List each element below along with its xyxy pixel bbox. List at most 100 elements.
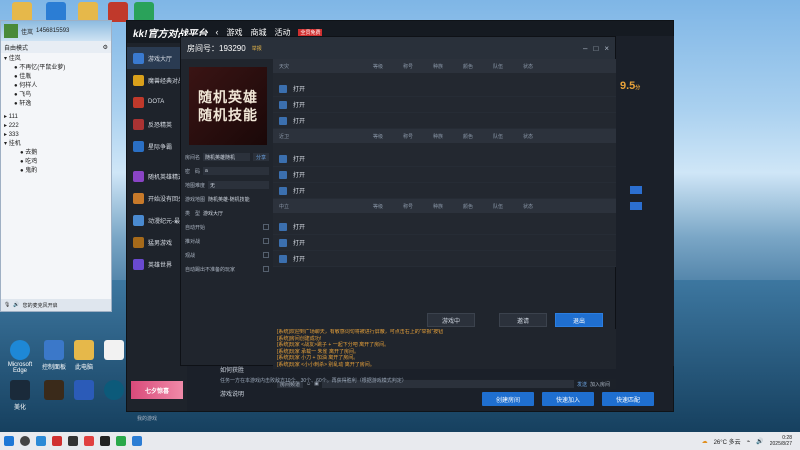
user-name: 佳岚 (21, 29, 34, 36)
kick-row: 自动踢出不准备的玩家 (181, 263, 273, 275)
auto-start-row: 自动开始 (181, 221, 273, 233)
desktop-icon-edge[interactable]: Microsoft Edge (2, 340, 38, 374)
user-number: 1456815593 (36, 28, 70, 34)
quick-match-button[interactable]: 快速匹配 (602, 392, 654, 406)
report-tag[interactable]: 举报 (252, 45, 262, 52)
member-list: ▾ 佳岚 ● 不再忆(平鼠业萝) ● 佳胤 ● 何样人 ● 飞鸟 ● 轩逸 ▸ … (1, 53, 111, 178)
list-item[interactable]: ● 何样人 (4, 82, 108, 91)
sidebar-item-hero-world[interactable]: 英雄世界 (127, 253, 187, 275)
table-row[interactable]: 打开 (273, 113, 616, 129)
mic-icon[interactable]: 🎙 (4, 302, 10, 308)
list-item[interactable]: ▾ 挂机 (4, 140, 108, 149)
start-icon[interactable] (4, 436, 14, 446)
volume-icon[interactable]: 🔊 (756, 438, 763, 445)
taskbar-app-kk[interactable] (100, 436, 110, 446)
kick-checkbox[interactable] (263, 266, 269, 272)
auto-start-checkbox[interactable] (263, 224, 269, 230)
in-game-button[interactable]: 游戏中 (427, 313, 475, 327)
table-row[interactable]: 打开 (273, 81, 616, 97)
list-item[interactable]: ● 不再忆(平鼠业萝) (4, 64, 108, 73)
settings-icon[interactable]: ⚙ (103, 44, 108, 51)
sidebar-item-macho[interactable]: 猛男游戏 (127, 231, 187, 253)
chat-log: [系统]欢迎到广场聊天，有敏感词句将被进行屏蔽，可点击右上的“举报”按钮 [系统… (273, 329, 616, 369)
create-room-button[interactable]: 创建房间 (482, 392, 534, 406)
send-button[interactable]: 发送 (577, 381, 587, 388)
battle-row: 推对战 (181, 235, 273, 247)
minimize-icon[interactable]: – (583, 44, 587, 53)
panel-tag[interactable] (630, 186, 642, 194)
list-item[interactable]: ▾ 佳岚 (4, 55, 108, 64)
sidebar-item-random-hero[interactable]: 随机英雄精选 (127, 165, 187, 187)
sidebar-item-cs[interactable]: 反恐精英 (127, 113, 187, 135)
table-row[interactable]: 打开 (273, 183, 616, 199)
password-field[interactable]: a (203, 167, 269, 175)
team-header: 近卫 等级 称号 种族 颜色 队伍 状态 (273, 129, 616, 143)
sidebar-item-lobby[interactable]: 游戏大厅 (127, 47, 187, 69)
player-icon (279, 254, 287, 263)
table-row[interactable]: 打开 (273, 97, 616, 113)
weather-text[interactable]: 26°C 多云 (714, 437, 741, 446)
sidebar-item-warcraft[interactable]: 魔兽经典对战 (127, 69, 187, 91)
list-item[interactable]: ● 飞鸟 (4, 91, 108, 100)
maximize-icon[interactable]: □ (593, 44, 598, 53)
leave-button[interactable]: 退出 (555, 313, 603, 327)
list-item[interactable]: ● 去鹅 (4, 149, 108, 158)
room-info-panel: 随机英雄 随机技能 房间名 随机英雄随机 分享 密 码a 地图难度无 游戏地图 随机英… (181, 59, 273, 365)
kk-right-panel: 9.5分 (616, 36, 674, 366)
difficulty-select[interactable]: 无 (208, 181, 269, 189)
table-row[interactable]: 打开 (273, 151, 616, 167)
room-number: 房间号：193290 (187, 43, 246, 53)
desktop-icon-meihua[interactable]: 美化 (2, 380, 38, 411)
speaker-icon[interactable]: 🔊 (13, 302, 19, 308)
my-games-button[interactable]: 我的游戏 (137, 415, 157, 422)
panel-tag-2[interactable] (630, 202, 642, 210)
taskbar-app-edge[interactable] (36, 436, 46, 446)
voice-chat-window: 佳岚 1456815593 自由模式 ⚙ ▾ 佳岚 ● 不再忆(平鼠业萝) ● … (0, 20, 112, 312)
taskbar-app-wechat[interactable] (116, 436, 126, 446)
weather-icon[interactable]: ☁ (702, 438, 708, 445)
taskbar-app-wps[interactable] (52, 436, 62, 446)
room-mode-label[interactable]: 自由模式 (4, 43, 28, 52)
taskbar-app-red[interactable] (84, 436, 94, 446)
taskbar-app-ai[interactable] (68, 436, 78, 446)
sidebar-item-starcraft[interactable]: 星际争霸 (127, 135, 187, 157)
observe-row: 观战 (181, 249, 273, 261)
invite-button[interactable]: 邀请 (499, 313, 547, 327)
how-to-win-desc: 任务一方在本游戏内击败敌方10个、30个、60个。再获得胜利（根据游戏模式判定） (220, 378, 407, 384)
room-name-field[interactable]: 随机英雄随机 (203, 153, 250, 161)
list-item[interactable]: ● 佳胤 (4, 73, 108, 82)
quick-join-button[interactable]: 快速加入 (542, 392, 594, 406)
list-item[interactable]: ● 吃鸡 (4, 158, 108, 167)
sidebar-item-anime[interactable]: 动漫纪元-最 (127, 209, 187, 231)
promo-banner[interactable]: 七夕惊喜 (131, 381, 183, 399)
table-row[interactable]: 打开 (273, 219, 616, 235)
sidebar-item-no-return[interactable]: 开始没有回头 (127, 187, 187, 209)
team-header: 天灾 等级 称号 种族 颜色 队伍 状态 (273, 59, 616, 73)
list-item[interactable]: ▸ 333 (4, 131, 108, 140)
sidebar-item-dota[interactable]: DOTA (127, 91, 187, 113)
rules-heading: 游戏说明 (220, 392, 245, 398)
player-icon (279, 238, 287, 247)
observe-checkbox[interactable] (263, 252, 269, 258)
room-dialog: 房间号：193290 举报 – □ × 随机英雄 随机技能 房间名 随机英雄随机分… (180, 36, 616, 389)
table-row[interactable]: 打开 (273, 251, 616, 267)
room-name-row: 房间名 随机英雄随机 分享 (181, 151, 273, 163)
list-item[interactable]: ▸ 111 (4, 113, 108, 122)
avatar[interactable] (4, 24, 18, 38)
join-room-button[interactable]: 加入房间 (590, 381, 616, 388)
list-item[interactable]: ▸ 222 (4, 122, 108, 131)
share-button[interactable]: 分享 (252, 153, 269, 161)
lobby-icon (133, 52, 144, 64)
list-item[interactable]: ● 鬼酌 (4, 167, 108, 176)
close-icon[interactable]: × (604, 44, 609, 53)
table-row[interactable]: 打开 (273, 167, 616, 183)
clock[interactable]: 0:28 2025/8/27 (770, 435, 792, 447)
network-icon[interactable]: ⌁ (747, 438, 751, 445)
list-item[interactable]: ● 轩逸 (4, 100, 108, 109)
table-row[interactable]: 打开 (273, 235, 616, 251)
battle-checkbox[interactable] (263, 238, 269, 244)
search-icon[interactable] (20, 436, 30, 446)
player-icon (279, 222, 287, 231)
taskbar-app-blue[interactable] (132, 436, 142, 446)
map-value: 随机英雄-随机技能 (208, 196, 250, 203)
